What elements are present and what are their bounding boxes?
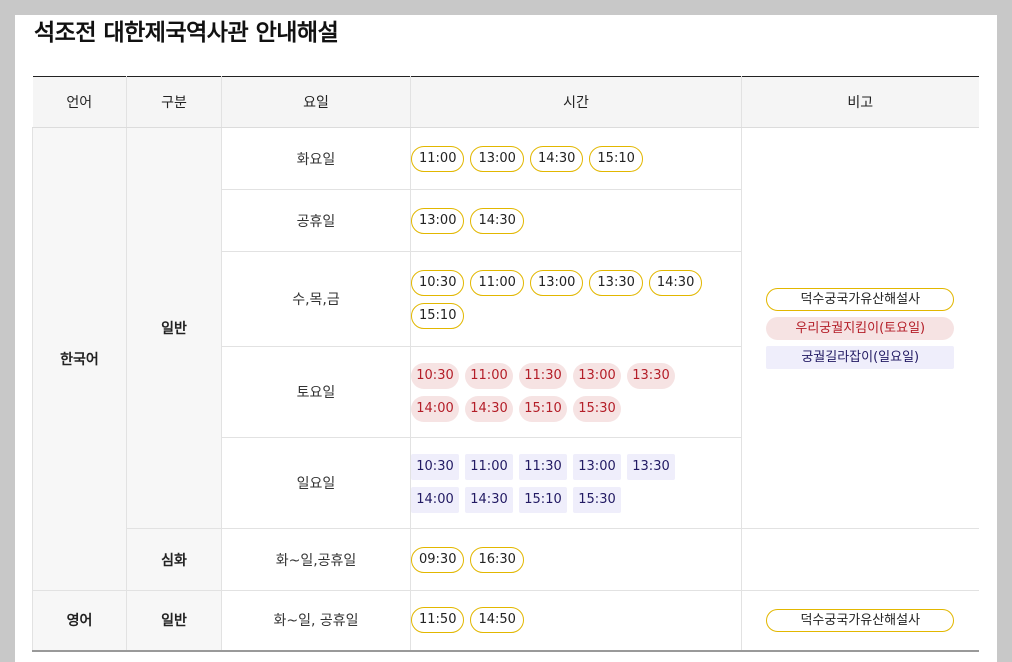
page-title: 석조전 대한제국역사관 안내해설 — [34, 20, 339, 46]
time-chip: 14:30 — [465, 486, 513, 513]
time-cell: 09:30 16:30 — [410, 528, 742, 591]
header-time: 시간 — [410, 76, 742, 128]
table-row: 심화 화~일,공휴일 09:30 16:30 — [33, 528, 979, 591]
time-chip-list: 11:50 14:50 — [411, 607, 711, 634]
header-category: 구분 — [126, 76, 222, 128]
day-cell: 공휴일 — [221, 189, 411, 252]
time-chip-list: 10:30 11:00 13:00 13:30 14:30 15:10 — [411, 269, 711, 329]
time-chip: 13:30 — [627, 453, 675, 480]
time-chip: 11:00 — [465, 453, 513, 480]
time-chip: 15:10 — [519, 486, 567, 513]
time-chip: 13:00 — [573, 453, 621, 480]
category-cell-general: 일반 — [126, 590, 222, 651]
time-chip: 13:30 — [627, 362, 675, 389]
note-cell-english: 덕수궁국가유산해설사 — [741, 590, 979, 651]
time-chip: 14:00 — [411, 486, 459, 513]
day-cell: 수,목,금 — [221, 251, 411, 347]
time-cell: 10:30 11:00 11:30 13:00 13:30 14:00 14:30 15:10… — [410, 437, 742, 529]
guide-badge: 덕수궁국가유산해설사 — [766, 287, 955, 311]
time-chip: 13:30 — [589, 269, 643, 296]
time-chip: 14:00 — [411, 395, 459, 422]
time-chip: 14:30 — [465, 395, 513, 422]
language-cell-english: 영어 — [32, 590, 127, 651]
time-chip: 09:30 — [411, 546, 465, 573]
guide-badge-list: 덕수궁국가유산해설사 — [742, 608, 979, 632]
schedule-table: 언어 구분 요일 시간 비고 한국어 일반 화요일 11:00 13:00 14:3… — [32, 76, 979, 652]
time-chip: 10:30 — [411, 269, 465, 296]
time-chip-list: 10:30 11:00 11:30 13:00 13:30 14:00 14:30 15:10… — [411, 362, 711, 422]
guide-badge: 우리궁궐지킴이(토요일) — [766, 316, 955, 340]
time-chip: 15:30 — [573, 486, 621, 513]
time-chip: 13:00 — [411, 207, 465, 234]
content-frame: 석조전 대한제국역사관 안내해설 언어 구분 요일 시간 비고 한국어 일반 화… — [15, 15, 997, 662]
time-chip-list: 13:00 14:30 — [411, 207, 711, 234]
language-cell-korean: 한국어 — [32, 127, 127, 591]
time-chip: 13:00 — [470, 145, 524, 172]
time-chip: 10:30 — [411, 453, 459, 480]
time-chip: 14:30 — [529, 145, 584, 172]
table-row: 영어 일반 화~일, 공휴일 11:50 14:50 덕수궁국가유산해설사 — [32, 590, 979, 651]
time-cell: 11:00 13:00 14:30 15:10 — [410, 127, 742, 190]
time-chip: 11:00 — [465, 362, 513, 389]
time-cell: 10:30 11:00 11:30 13:00 13:30 14:00 14:30 15:10… — [410, 346, 742, 438]
guide-badge: 궁궐길라잡이(일요일) — [766, 345, 955, 369]
day-cell: 일요일 — [221, 437, 411, 529]
time-chip: 14:50 — [470, 607, 524, 634]
time-chip-list: 09:30 16:30 — [411, 546, 711, 573]
time-chip: 13:00 — [573, 362, 621, 389]
time-chip: 11:00 — [470, 269, 524, 296]
time-chip: 11:50 — [411, 607, 465, 634]
guide-badge: 덕수궁국가유산해설사 — [766, 608, 955, 632]
header-day: 요일 — [221, 76, 411, 128]
note-cell-korean-general: 덕수궁국가유산해설사우리궁궐지킴이(토요일) 궁궐길라잡이(일요일) — [741, 127, 979, 529]
day-cell: 화~일,공휴일 — [221, 528, 411, 591]
time-chip: 14:30 — [648, 269, 703, 296]
time-cell: 11:50 14:50 — [410, 590, 742, 651]
time-chip: 11:30 — [519, 362, 567, 389]
header-row: 언어 구분 요일 시간 비고 — [32, 76, 979, 128]
time-chip: 15:10 — [519, 395, 567, 422]
time-chip: 15:10 — [411, 302, 465, 329]
day-cell: 토요일 — [221, 346, 411, 438]
time-chip: 11:00 — [411, 145, 465, 172]
category-cell-advanced: 심화 — [126, 528, 222, 591]
time-chip: 15:10 — [589, 145, 643, 172]
time-chip: 14:30 — [470, 207, 524, 234]
time-chip: 15:30 — [573, 395, 621, 422]
time-cell: 10:30 11:00 13:00 13:30 14:30 15:10 — [410, 251, 742, 347]
category-cell-general: 일반 — [126, 127, 222, 529]
time-cell: 13:00 14:30 — [410, 189, 742, 252]
time-chip-list: 10:30 11:00 11:30 13:00 13:30 14:00 14:30 15:10… — [411, 453, 711, 513]
day-cell: 화요일 — [221, 127, 411, 190]
time-chip: 16:30 — [470, 546, 524, 573]
time-chip: 10:30 — [411, 362, 459, 389]
time-chip-list: 11:00 13:00 14:30 15:10 — [411, 145, 711, 172]
note-cell-empty — [741, 528, 979, 591]
time-chip: 13:00 — [529, 269, 584, 296]
day-cell: 화~일, 공휴일 — [221, 590, 411, 651]
guide-badge-list: 덕수궁국가유산해설사우리궁궐지킴이(토요일) 궁궐길라잡이(일요일) — [742, 287, 979, 369]
header-language: 언어 — [32, 76, 127, 128]
header-note: 비고 — [741, 76, 979, 128]
time-chip: 11:30 — [519, 453, 567, 480]
table-row: 한국어 일반 화요일 11:00 13:00 14:30 15:10 덕수궁국가유산해… — [32, 127, 979, 591]
